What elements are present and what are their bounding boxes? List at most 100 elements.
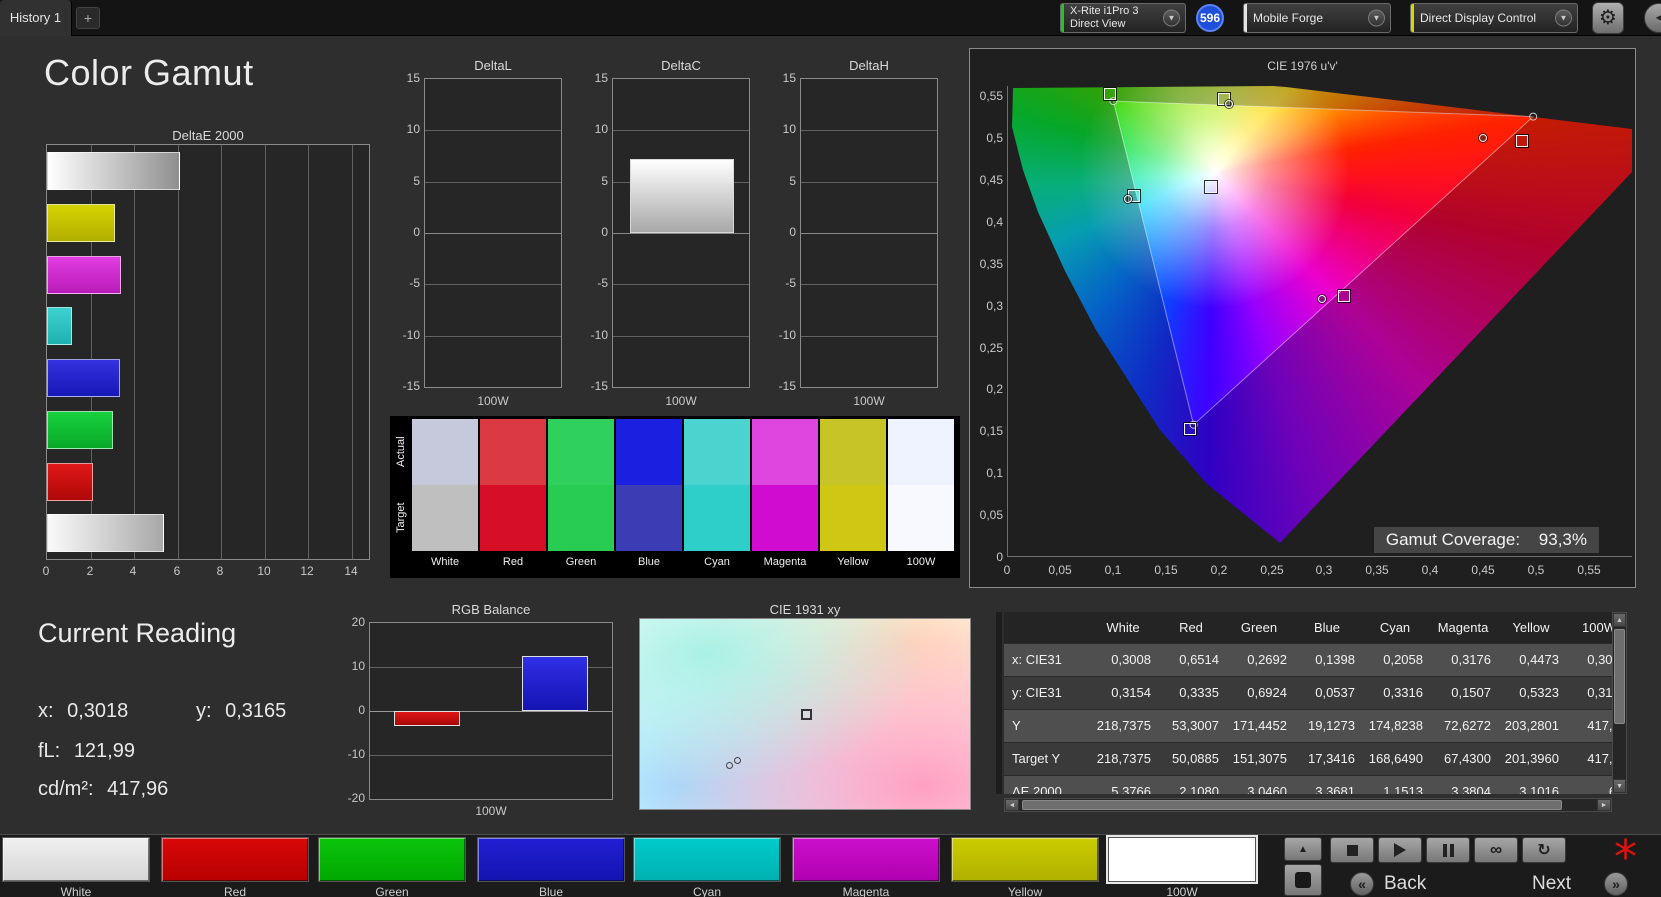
table-cell: 218,7375 [1096, 751, 1151, 766]
patch-label: 100W [1166, 885, 1198, 897]
cie-1976-title: CIE 1976 u'v' [1267, 59, 1338, 73]
row-label: ΔE 2000 [1012, 784, 1062, 794]
display-control-dropdown-label: Direct Display Control [1420, 11, 1537, 25]
chevron-down-icon[interactable]: ▼ [1163, 9, 1180, 27]
scroll-up-icon[interactable]: ▲ [1613, 613, 1626, 627]
table-cell: 6,1 [1565, 776, 1612, 794]
refresh-button[interactable]: ↻ [1522, 837, 1566, 863]
patch-button-red[interactable] [161, 837, 309, 882]
axis-tick-label: 0,4 [1421, 563, 1439, 577]
table-cell: 0,4473 [1519, 652, 1559, 667]
axis-tick-label: -10 [590, 328, 608, 342]
vertical-scroll-thumb[interactable] [1614, 629, 1625, 724]
table-horizontal-scrollbar[interactable]: ◄ ► [1004, 798, 1612, 812]
bottom-bar: White Red Green Blue Cyan Magenta Yellow 100W ▲… [0, 831, 1661, 897]
stop-display-button[interactable] [1284, 864, 1322, 896]
scroll-right-icon[interactable]: ► [1597, 799, 1611, 811]
cie-1931-plot [639, 618, 971, 810]
table-row[interactable]: Target Y 218,7375 50,0885 151,3075 17,3416 16… [1004, 743, 1612, 776]
table-cell: 53,3007 [1172, 718, 1219, 733]
table-row[interactable]: Y 218,7375 53,3007 171,4452 19,1273 174,8238 7… [1004, 710, 1612, 743]
measured-dot-magenta [1318, 295, 1326, 303]
continuous-read-button[interactable]: ∞ [1474, 837, 1518, 863]
patch-button-blue[interactable] [477, 837, 625, 882]
infinity-icon: ∞ [1489, 840, 1503, 859]
measured-dot-cyan [1124, 195, 1132, 203]
gear-icon[interactable]: ⚙ [1592, 2, 1624, 34]
collapse-panel-icon[interactable]: ◄ [1644, 3, 1661, 33]
deltac-plot-area [612, 78, 750, 388]
table-cell: 3,0460 [1247, 784, 1287, 794]
column-header-white: White [1106, 620, 1140, 635]
table-cell: 19,1273 [1308, 718, 1355, 733]
add-tab-button[interactable]: + [76, 7, 100, 29]
target-marker-green [1104, 88, 1116, 100]
reading-y-value: 0,3165 [225, 700, 287, 722]
reading-y: y: 0,3165 [196, 700, 286, 723]
rgb-balance-x-label: 100W [475, 804, 507, 818]
axis-tick-label: 0,25 [1260, 563, 1284, 577]
swatch-column-label: Blue [637, 556, 661, 568]
play-button[interactable] [1378, 837, 1422, 863]
patch-button-100w[interactable] [1108, 837, 1256, 882]
meter-dropdown[interactable]: X-Rite i1Pro 3 Direct View ▼ [1060, 3, 1186, 33]
chevron-down-icon[interactable]: ▼ [1555, 9, 1572, 27]
table-cell: 50,0885 [1172, 751, 1219, 766]
patch-button-yellow[interactable] [951, 837, 1099, 882]
patch-button-green[interactable] [318, 837, 466, 882]
x-axis-label: 100W [665, 394, 697, 408]
axis-tick-label: 15 [406, 71, 420, 85]
table-cell: 72,6272 [1444, 718, 1491, 733]
cie-1931-title: CIE 1931 xy [769, 602, 841, 617]
table-cell: 1,1513 [1383, 784, 1423, 794]
table-row[interactable]: x: CIE31 0,3008 0,6514 0,2692 0,1398 0,2058 0,… [1004, 644, 1612, 677]
gridline [801, 182, 937, 183]
table-cell: 2,1080 [1179, 784, 1219, 794]
patch-button-magenta[interactable] [792, 837, 940, 882]
axis-tick-label: 0,45 [979, 173, 1003, 187]
gridline [425, 233, 561, 234]
measured-dot-red [1479, 134, 1487, 142]
scroll-left-icon[interactable]: ◄ [1005, 799, 1019, 811]
stop-button[interactable] [1330, 837, 1374, 863]
scroll-down-icon[interactable]: ▼ [1613, 779, 1626, 793]
table-cell: 3,3804 [1451, 784, 1491, 794]
chevron-down-icon[interactable]: ▼ [1368, 9, 1385, 27]
deltae-bar-yellow [47, 204, 115, 242]
app-window: History 1 + X-Rite i1Pro 3 Direct View ▼ … [0, 0, 1661, 897]
pause-button[interactable] [1426, 837, 1470, 863]
table-cell: 17,3416 [1308, 751, 1355, 766]
table-cell: 174,8238 [1368, 718, 1423, 733]
deltac-bar [630, 159, 734, 233]
panel-expand-button[interactable]: ▲ [1284, 837, 1322, 861]
patch-button-cyan[interactable] [633, 837, 781, 882]
back-chevron-icon[interactable]: « [1350, 872, 1374, 896]
swatch-column-label: Yellow [837, 556, 869, 568]
back-button[interactable]: Back [1384, 873, 1426, 895]
measured-dot-yellow [1225, 100, 1233, 108]
next-button[interactable]: Next [1532, 873, 1571, 895]
table-row[interactable]: ΔE 2000 5,3766 2,1080 3,0460 3,3681 1,1513 3,3… [1004, 776, 1612, 794]
deltae-plot-area [46, 144, 370, 560]
target-swatch-blue [616, 485, 682, 551]
display-control-dropdown[interactable]: Direct Display Control ▼ [1410, 3, 1578, 33]
gridline [265, 145, 266, 559]
row-label: x: CIE31 [1012, 652, 1062, 667]
column-header-cyan: Cyan [1379, 620, 1411, 635]
tab-history-1[interactable]: History 1 [0, 0, 72, 36]
gridline [425, 130, 561, 131]
table-row[interactable]: y: CIE31 0,3154 0,3335 0,6924 0,0537 0,3316 0,… [1004, 677, 1612, 710]
horizontal-scroll-thumb[interactable] [1022, 800, 1562, 810]
rgb-balance-title: RGB Balance [451, 602, 531, 617]
next-chevron-icon[interactable]: » [1604, 872, 1628, 896]
table-vertical-scrollbar[interactable]: ▲ ▼ [1612, 612, 1627, 794]
patch-button-white[interactable] [2, 837, 150, 882]
axis-tick-label: 10 [351, 659, 365, 673]
table-cell: 3,1016 [1519, 784, 1559, 794]
axis-tick-label: -15 [778, 379, 796, 393]
axis-tick-label: 0 [358, 703, 365, 717]
target-swatch-white [412, 485, 478, 551]
source-dropdown[interactable]: Mobile Forge ▼ [1243, 3, 1391, 33]
actual-swatch-magenta [752, 419, 818, 485]
deltae-bar-blue [47, 359, 120, 397]
